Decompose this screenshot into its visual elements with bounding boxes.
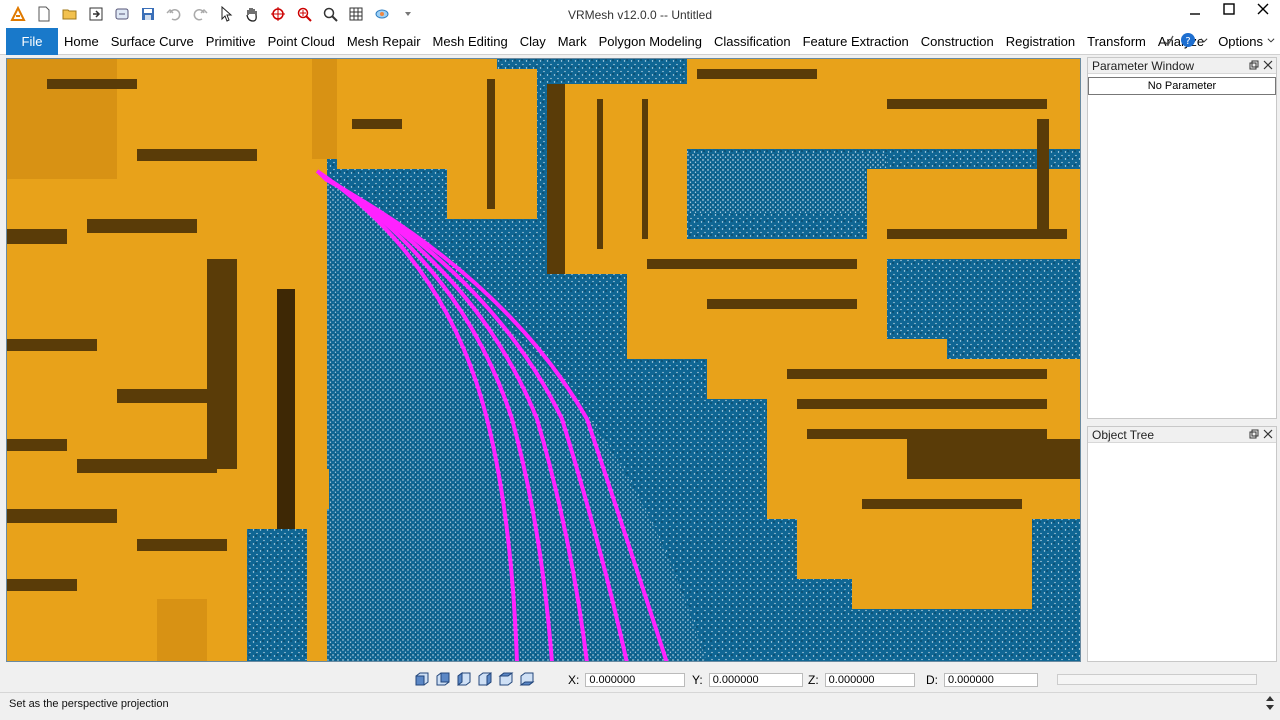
tab-list: Home Surface Curve Primitive Point Cloud…: [58, 28, 1210, 55]
help-icon[interactable]: ?: [1180, 32, 1196, 51]
help-dropdown-icon[interactable]: [1199, 32, 1209, 51]
back-view-icon[interactable]: [435, 671, 451, 687]
menu-right-controls: ? Options: [1161, 28, 1276, 55]
tab-point-cloud[interactable]: Point Cloud: [262, 28, 341, 55]
tab-mesh-editing[interactable]: Mesh Editing: [427, 28, 514, 55]
file-tab[interactable]: File: [6, 28, 58, 55]
status-scroll-icon[interactable]: [1264, 694, 1276, 712]
x-value-field[interactable]: 0.000000: [585, 673, 686, 687]
status-message: Set as the perspective projection: [9, 697, 169, 710]
right-view-icon[interactable]: [477, 671, 493, 687]
close-icon[interactable]: [1246, 0, 1280, 18]
float-panel-icon[interactable]: [1249, 428, 1259, 442]
d-coordinate: D: 0.000000: [926, 672, 1038, 688]
coordinate-bar: X: 0.000000 Y: 0.000000 Z: 0.000000 D: 0…: [0, 668, 1280, 692]
3d-viewport[interactable]: [6, 58, 1081, 662]
tab-feature-extraction[interactable]: Feature Extraction: [797, 28, 915, 55]
top-view-icon[interactable]: [498, 671, 514, 687]
title-bar: VRMesh v12.0.0 -- Untitled: [0, 0, 1280, 28]
window-controls: [1178, 0, 1280, 20]
tab-classification[interactable]: Classification: [708, 28, 797, 55]
tab-clay[interactable]: Clay: [514, 28, 552, 55]
z-coordinate: Z: 0.000000: [808, 672, 915, 688]
tab-surface-curve[interactable]: Surface Curve: [105, 28, 200, 55]
tab-polygon-modeling[interactable]: Polygon Modeling: [593, 28, 708, 55]
float-panel-icon[interactable]: [1249, 59, 1259, 73]
tab-construction[interactable]: Construction: [915, 28, 1000, 55]
status-bar: Set as the perspective projection: [0, 692, 1280, 714]
parameter-window: Parameter Window No Parameter: [1087, 57, 1277, 419]
z-value-field[interactable]: 0.000000: [824, 673, 915, 687]
standard-view-buttons: [414, 671, 535, 687]
minimize-icon[interactable]: [1178, 0, 1212, 18]
tab-registration[interactable]: Registration: [1000, 28, 1081, 55]
left-view-icon[interactable]: [456, 671, 472, 687]
window-title: VRMesh v12.0.0 -- Untitled: [567, 8, 713, 22]
d-label: D:: [926, 673, 938, 687]
left-buildings: [7, 59, 352, 661]
options-dropdown-icon[interactable]: [1266, 32, 1276, 51]
maximize-icon[interactable]: [1212, 0, 1246, 18]
object-tree-panel: Object Tree: [1087, 426, 1277, 662]
parameter-window-header: Parameter Window: [1088, 58, 1276, 74]
object-tree-title: Object Tree: [1092, 427, 1155, 442]
close-panel-icon[interactable]: [1263, 59, 1273, 73]
point-cloud-scene[interactable]: [7, 59, 1081, 662]
d-value-field[interactable]: 0.000000: [944, 673, 1038, 687]
tab-home[interactable]: Home: [58, 28, 105, 55]
bottom-view-icon[interactable]: [519, 671, 535, 687]
progress-bar: [1057, 674, 1257, 685]
close-panel-icon[interactable]: [1263, 428, 1273, 442]
tab-scroll-icon[interactable]: [1161, 32, 1177, 51]
no-parameter-button[interactable]: No Parameter: [1088, 77, 1276, 95]
y-coordinate: Y: 0.000000: [692, 672, 803, 688]
front-view-icon[interactable]: [414, 671, 430, 687]
x-coordinate: X: 0.000000: [568, 672, 686, 688]
x-label: X:: [568, 673, 580, 687]
tab-mark[interactable]: Mark: [552, 28, 593, 55]
tab-primitive[interactable]: Primitive: [200, 28, 262, 55]
tab-transform[interactable]: Transform: [1081, 28, 1152, 55]
tab-mesh-repair[interactable]: Mesh Repair: [341, 28, 427, 55]
z-label: Z:: [808, 673, 819, 687]
ribbon-tabs: File Home Surface Curve Primitive Point …: [0, 28, 1280, 55]
options-menu[interactable]: Options: [1218, 34, 1263, 49]
parameter-window-title: Parameter Window: [1092, 58, 1195, 73]
svg-text:?: ?: [1186, 36, 1191, 47]
object-tree-header: Object Tree: [1088, 427, 1276, 443]
app-window: VRMesh v12.0.0 -- Untitled File Home Sur…: [0, 0, 1280, 720]
y-label: Y:: [692, 673, 703, 687]
y-value-field[interactable]: 0.000000: [708, 673, 803, 687]
